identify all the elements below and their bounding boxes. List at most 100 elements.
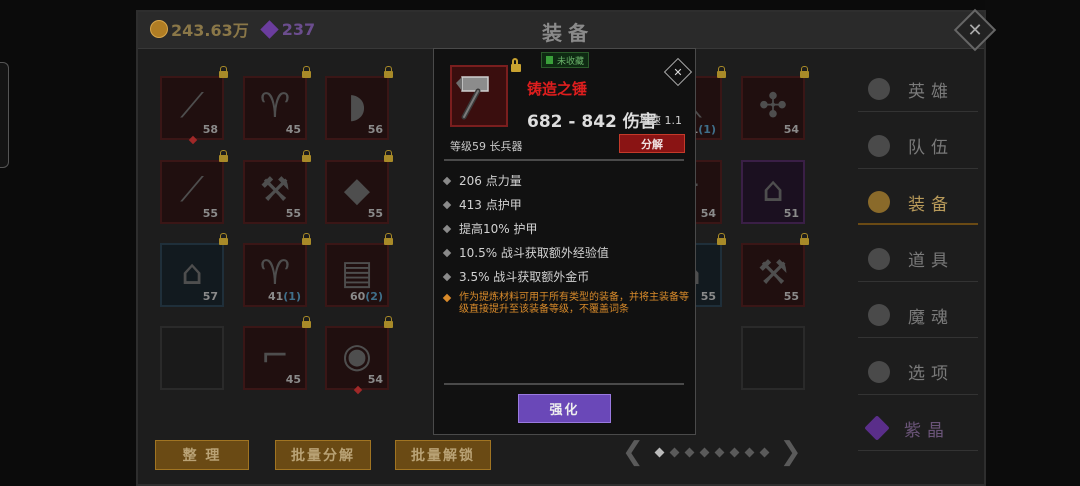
flag-icon [868, 134, 890, 157]
level-number: 55 [783, 290, 799, 303]
stat-line: 206 点力量 [442, 172, 522, 189]
inventory-slot[interactable]: ✣ 54 [741, 66, 809, 140]
gold-counter: 243.63万 237 [150, 19, 315, 40]
stat-text: 3.5% 战斗获取额外金币 [459, 270, 590, 284]
page-dot[interactable] [654, 447, 665, 457]
nav-label: 魔魂 [908, 307, 954, 328]
top-bar: 243.63万 237 装备 ✕ [138, 8, 997, 52]
page-dot[interactable] [714, 447, 725, 457]
dismantle-button[interactable]: 分解 [619, 134, 685, 153]
page-dot[interactable] [684, 447, 695, 457]
page-dot[interactable] [759, 447, 770, 457]
lock-icon [302, 150, 311, 162]
item-tooltip: 未收藏 铸造之锤 682 - 842 伤害 攻速 1.1 等级59 长兵器 分解… [433, 48, 696, 435]
item-level-badge: 41(1) [268, 290, 301, 303]
inventory-slot[interactable]: ⟋ 55 [160, 150, 228, 224]
lock-icon [219, 233, 228, 245]
lock-icon [384, 66, 393, 78]
divider [444, 383, 684, 385]
lock-icon [384, 150, 393, 162]
enhance-button[interactable]: 强化 [518, 394, 611, 423]
lock-icon [717, 66, 726, 78]
tooltip-close-button[interactable]: ✕ [663, 57, 693, 87]
stat-text: 413 点护甲 [459, 198, 522, 212]
level-number: 55 [700, 290, 716, 303]
bullet-icon [442, 272, 452, 281]
next-page-button[interactable]: ❯ [780, 437, 802, 467]
level-number: 51 [783, 207, 799, 220]
inventory-slot[interactable]: ⌂ 51 [741, 160, 805, 224]
batch-dismantle-button[interactable]: 批量分解 [275, 440, 371, 470]
nav-underline [858, 280, 978, 282]
item-level-badge: 57 [203, 290, 218, 303]
page-title: 装备 [542, 21, 594, 45]
nav-item[interactable]: 道具 [858, 234, 980, 284]
lock-icon [302, 316, 311, 328]
inventory-slot[interactable]: ◆ 55 [325, 150, 393, 224]
level-number: 60 [349, 290, 366, 303]
item-level-badge: 60(2) [350, 290, 383, 303]
item-level-badge: 55 [286, 207, 301, 220]
page-dot[interactable] [699, 447, 710, 457]
side-tab[interactable] [0, 62, 9, 168]
favorite-toggle[interactable]: 未收藏 [541, 52, 590, 68]
item-level-badge: 45 [286, 373, 301, 386]
stack-count: (1) [698, 123, 716, 136]
new-marker-icon [353, 385, 363, 395]
stack-count: (1) [283, 290, 301, 303]
lock-icon[interactable] [511, 58, 521, 72]
nav-label: 英雄 [908, 81, 954, 102]
page-dot[interactable] [729, 447, 740, 457]
nav-item[interactable]: 英雄 [858, 64, 980, 114]
level-number: 55 [202, 207, 218, 220]
page-dot[interactable] [669, 447, 680, 457]
background-hud [985, 0, 1080, 486]
inventory-slot[interactable]: ⚒ 55 [741, 233, 809, 307]
nav-underline [858, 450, 978, 451]
level-number: 45 [285, 373, 301, 386]
attack-speed: 攻速 1.1 [639, 114, 682, 127]
close-icon: ✕ [673, 65, 683, 79]
inventory-slot[interactable]: ⌂ 57 [160, 233, 228, 307]
nav-item[interactable]: 魔魂 [858, 290, 980, 340]
nav-underline [858, 393, 978, 395]
nav-item[interactable]: 队伍 [858, 121, 980, 171]
inventory-slot[interactable]: ▤ 60(2) [325, 233, 393, 307]
nav-item[interactable]: 紫晶 [858, 403, 980, 453]
inventory-slot[interactable]: ◗ 56 [325, 66, 393, 140]
bullet-icon [442, 293, 452, 303]
nav-item[interactable]: 装备 [858, 177, 980, 227]
empty-slot[interactable] [160, 326, 224, 390]
lock-icon [302, 233, 311, 245]
lock-icon [384, 316, 393, 328]
bookmark-icon [546, 56, 553, 64]
inventory-slot[interactable]: ♈ 41(1) [243, 233, 311, 307]
lock-icon [384, 233, 393, 245]
close-icon: ✕ [967, 19, 983, 41]
item-portrait [450, 65, 508, 127]
nav-underline [858, 337, 978, 338]
stack-count: (2) [365, 290, 383, 303]
inventory-slot[interactable]: ◉ 54 [325, 316, 393, 395]
item-level-badge: 51 [784, 207, 799, 220]
heroes-icon [868, 78, 890, 100]
item-level-badge: 54 [701, 207, 716, 220]
inventory-slot[interactable]: ♈ 45 [243, 66, 311, 140]
batch-unlock-button[interactable]: 批量解锁 [395, 440, 491, 470]
nav-item[interactable]: 选项 [858, 347, 980, 397]
item-name: 铸造之锤 [527, 80, 588, 98]
gold-coin-icon [150, 20, 168, 38]
page-dot[interactable] [744, 447, 755, 457]
sort-button[interactable]: 整 理 [155, 440, 249, 470]
item-note: 作为提炼材料可用于所有类型的装备，并将主装备等级直接提升至该装备等级，不覆盖词条 [442, 292, 692, 316]
nav-label: 选项 [908, 364, 954, 384]
item-level-badge: 55 [368, 207, 383, 220]
empty-slot[interactable] [741, 326, 805, 390]
inventory-slot[interactable]: ⌐ 45 [243, 316, 311, 390]
prev-page-button[interactable]: ❮ [622, 437, 644, 467]
inventory-slot[interactable]: ⚒ 55 [243, 150, 311, 224]
nav-underline [858, 111, 978, 112]
nav-label: 队伍 [908, 138, 954, 158]
inventory-slot[interactable]: ⟋ 58 [160, 66, 228, 145]
gear-icon [868, 360, 890, 383]
